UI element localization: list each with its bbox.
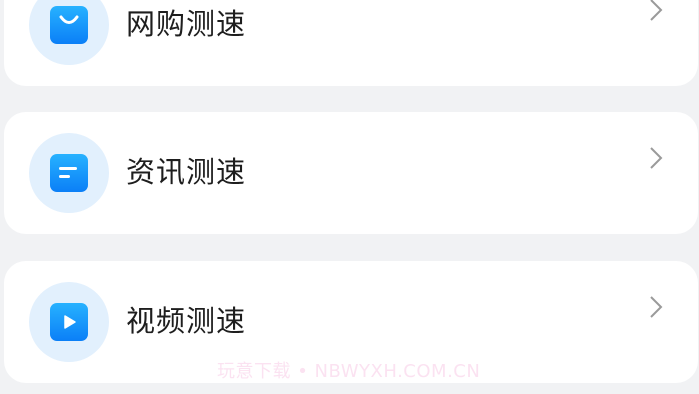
item-label: 视频测速 — [126, 304, 247, 338]
chevron-right-icon — [650, 0, 663, 21]
speed-test-item-shopping[interactable]: 网购测速 — [4, 0, 698, 86]
icon-circle — [29, 133, 109, 213]
speed-test-item-news[interactable]: 资讯测速 — [4, 112, 698, 234]
item-label: 资讯测速 — [126, 155, 247, 189]
shopping-bag-icon — [50, 6, 88, 44]
chevron-right-icon — [650, 296, 663, 318]
icon-circle — [29, 282, 109, 362]
video-play-icon — [50, 303, 88, 341]
item-label: 网购测速 — [126, 7, 247, 41]
watermark: 玩意下载 • NBWYXH.COM.CN — [217, 361, 481, 382]
chevron-right-icon — [650, 147, 663, 169]
icon-circle — [29, 0, 109, 65]
news-icon — [50, 154, 88, 192]
